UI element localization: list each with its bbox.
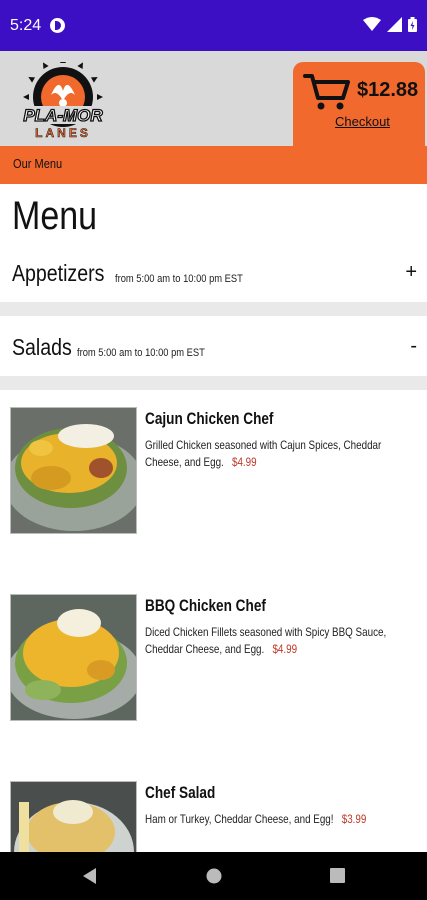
app-header: PLA-MOR LANES $12.88 Checkout [0, 51, 427, 160]
section-appetizers[interactable]: Appetizers from 5:00 am to 10:00 pm EST … [0, 252, 427, 302]
item-name: BBQ Chicken Chef [145, 596, 266, 615]
item-description: Grilled Chicken seasoned with Cajun Spic… [145, 437, 407, 471]
section-name: Salads [12, 334, 72, 360]
breadcrumb[interactable]: Our Menu [13, 156, 62, 171]
signal-icon [387, 17, 402, 32]
expand-toggle[interactable]: + [405, 261, 417, 284]
item-description: Diced Chicken Fillets seasoned with Spic… [145, 624, 407, 658]
cart-total: $12.88 [357, 79, 419, 101]
system-nav-bar [0, 852, 427, 900]
menu-item[interactable]: Chef Salad Ham or Turkey, Cheddar Cheese… [0, 781, 427, 852]
section-name: Appetizers [12, 260, 105, 286]
food-photo [10, 594, 137, 721]
page-title: Menu [12, 194, 98, 238]
breadcrumb-bar: Our Menu [0, 146, 427, 184]
home-icon[interactable] [206, 868, 222, 884]
item-description: Ham or Turkey, Cheddar Cheese, and Egg! $… [145, 811, 407, 828]
item-price: $4.99 [231, 455, 257, 469]
recents-icon[interactable] [330, 868, 345, 883]
menu-item[interactable]: Cajun Chicken Chef Grilled Chicken seaso… [0, 407, 427, 537]
back-icon[interactable] [82, 868, 98, 884]
food-photo [10, 407, 137, 534]
status-icons [363, 17, 417, 32]
item-name: Cajun Chicken Chef [145, 409, 274, 428]
app-notification-icon [50, 18, 65, 33]
description-text: Ham or Turkey, Cheddar Cheese, and Egg! [145, 812, 334, 826]
item-name: Chef Salad [145, 783, 216, 802]
description-text: Diced Chicken Fillets seasoned with Spic… [145, 625, 387, 656]
menu-item[interactable]: BBQ Chicken Chef Diced Chicken Fillets s… [0, 594, 427, 724]
logo-text: PLA-MOR [23, 106, 103, 125]
item-price: $4.99 [272, 642, 298, 656]
section-divider [0, 302, 427, 316]
food-photo [10, 781, 137, 852]
description-text: Grilled Chicken seasoned with Cajun Spic… [145, 438, 382, 469]
section-divider [0, 376, 427, 390]
battery-icon [408, 17, 417, 32]
wifi-icon [363, 17, 381, 31]
item-price: $3.99 [341, 812, 367, 826]
logo-subtext: LANES [35, 126, 91, 140]
collapse-toggle[interactable]: - [410, 335, 417, 358]
section-salads[interactable]: Salads from 5:00 am to 10:00 pm EST - [0, 326, 427, 376]
pla-mor-logo[interactable]: PLA-MOR LANES [8, 57, 118, 140]
section-hours: from 5:00 am to 10:00 pm EST [77, 347, 205, 359]
section-hours: from 5:00 am to 10:00 pm EST [115, 273, 243, 285]
shopping-cart-icon [303, 74, 350, 110]
status-bar: 5:24 [0, 0, 427, 51]
status-time: 5:24 [10, 17, 42, 34]
checkout-link[interactable]: Checkout [335, 114, 390, 129]
